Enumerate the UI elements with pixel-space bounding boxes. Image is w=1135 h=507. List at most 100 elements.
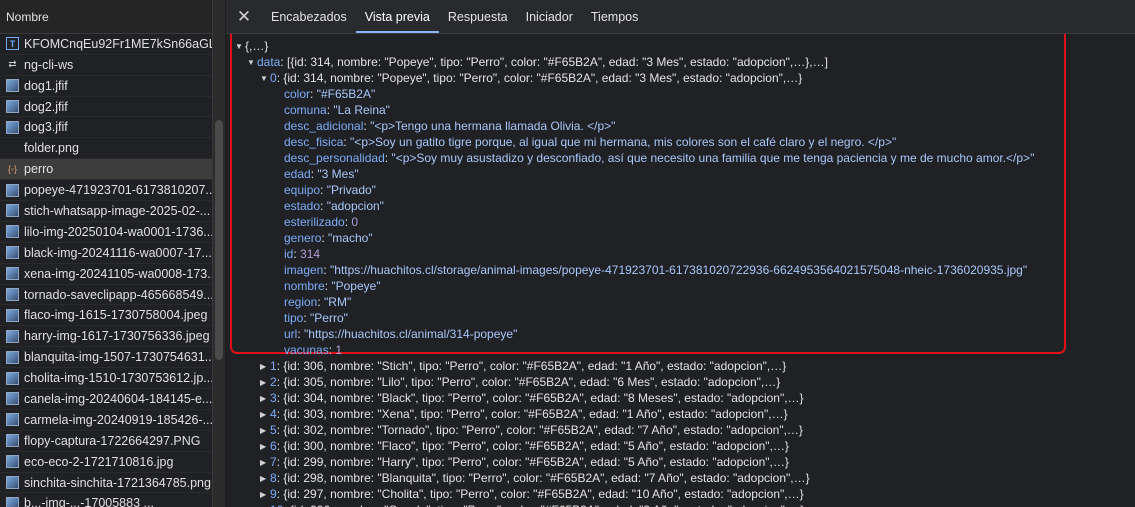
item-summary: {id: 304, nombre: "Black", tipo: "Perro"…	[283, 391, 804, 405]
expand-arrow-icon[interactable]: ▼	[247, 55, 257, 71]
tree-field[interactable]: id: 314	[284, 246, 320, 262]
tab-iniciador[interactable]: Iniciador	[517, 0, 582, 33]
image-file-icon	[6, 350, 19, 364]
file-list-item[interactable]: b...-img-...-17005883 ...	[0, 493, 212, 507]
tree-field[interactable]: imagen: "https://huachitos.cl/storage/an…	[284, 262, 1027, 278]
file-list-item[interactable]: lilo-img-20250104-wa0001-1736...	[0, 222, 212, 243]
file-list-item[interactable]: tornado-saveclipapp-465668549...	[0, 285, 212, 306]
collapse-arrow-icon[interactable]: ▶	[260, 359, 270, 375]
tree-node-item[interactable]: ▶ 3: {id: 304, nombre: "Black", tipo: "Pe…	[260, 390, 804, 406]
tree-node-data[interactable]: ▼ data: [{id: 314, nombre: "Popeye", tipo…	[247, 54, 828, 70]
file-list-item[interactable]: eco-eco-2-1721710816.jpg	[0, 452, 212, 473]
image-file-icon	[6, 246, 19, 260]
tab-tiempos[interactable]: Tiempos	[582, 0, 647, 33]
tree-node-item[interactable]: ▶ 9: {id: 297, nombre: "Cholita", tipo: "…	[260, 486, 804, 502]
file-list-item[interactable]: canela-img-20240604-184145-e...	[0, 389, 212, 410]
field-value: "macho"	[328, 231, 373, 245]
tab-encabezados[interactable]: Encabezados	[262, 0, 356, 33]
file-list-item[interactable]: black-img-20241116-wa0007-17...	[0, 243, 212, 264]
file-list-item[interactable]: folder.png	[0, 138, 212, 160]
collapse-arrow-icon[interactable]: ▶	[260, 439, 270, 455]
file-list-item[interactable]: stich-whatsapp-image-2025-02-...	[0, 201, 212, 222]
image-file-icon	[6, 455, 19, 469]
file-list-item[interactable]: T KFOMCnqEu92Fr1ME7kSn66aGLdTylUAMQXC89Ym…	[0, 34, 212, 55]
field-key: region	[284, 295, 318, 309]
collapse-arrow-icon[interactable]: ▶	[260, 391, 270, 407]
tree-field[interactable]: tipo: "Perro"	[284, 310, 348, 326]
tree-field[interactable]: desc_fisica: "<p>Soy un gatito tigre por…	[284, 134, 896, 150]
expand-arrow-icon[interactable]: ▼	[260, 71, 270, 87]
json-preview-tree: ▼ {,…} ▼ data: [{id: 314, nombre: "Popeye",…	[226, 34, 1135, 507]
file-list-item[interactable]: xena-img-20241105-wa0008-173...	[0, 264, 212, 285]
collapse-arrow-icon[interactable]: ▶	[260, 503, 270, 507]
tree-field[interactable]: comuna: "La Reina"	[284, 102, 390, 118]
file-list-item[interactable]: dog1.jfif	[0, 76, 212, 97]
tree-field[interactable]: region: "RM"	[284, 294, 351, 310]
tree-field[interactable]: esterilizado: 0	[284, 214, 358, 230]
file-list-item[interactable]: dog2.jfif	[0, 97, 212, 118]
file-name: sinchita-sinchita-1721364785.png	[24, 475, 211, 490]
colon: :	[320, 183, 327, 197]
tree-field[interactable]: edad: "3 Mes"	[284, 166, 359, 182]
collapse-arrow-icon[interactable]: ▶	[260, 471, 270, 487]
tree-node-item[interactable]: ▶ 6: {id: 300, nombre: "Flaco", tipo: "Pe…	[260, 438, 789, 454]
collapse-arrow-icon[interactable]: ▶	[260, 487, 270, 503]
tree-field[interactable]: url: "https://huachitos.cl/animal/314-po…	[284, 326, 517, 342]
tree-node-item[interactable]: ▶ 7: {id: 299, nombre: "Harry", tipo: "Pe…	[260, 454, 789, 470]
tab-respuesta[interactable]: Respuesta	[439, 0, 517, 33]
tree-field[interactable]: genero: "macho"	[284, 230, 373, 246]
file-list-item[interactable]: dog3.jfif	[0, 117, 212, 139]
tree-node-item[interactable]: ▼ 0: {id: 314, nombre: "Popeye", tipo: "P…	[260, 70, 802, 86]
tree-field[interactable]: desc_adicional: "<p>Tengo una hermana ll…	[284, 118, 615, 134]
tree-root[interactable]: ▼ {,…}	[235, 38, 268, 54]
file-list-item[interactable]: blanquita-img-1507-1730754631...	[0, 347, 212, 369]
field-value: "<p>Tengo una hermana llamada Olivia. </…	[370, 119, 616, 133]
field-key: desc_fisica	[284, 135, 344, 149]
colon: :	[310, 87, 317, 101]
file-list-item[interactable]: harry-img-1617-1730756336.jpeg	[0, 326, 212, 348]
index: 6	[270, 439, 277, 453]
field-value: "<p>Soy un gatito tigre porque, al igual…	[350, 135, 897, 149]
item-summary: {id: 305, nombre: "Lilo", tipo: "Perro",…	[283, 375, 781, 389]
tree-field[interactable]: estado: "adopcion"	[284, 198, 384, 214]
tree-node-item[interactable]: ▶10: {id: 296, nombre: "Canela", tipo: "…	[260, 502, 804, 507]
tab-vista-previa[interactable]: Vista previa	[355, 0, 439, 33]
tree-field[interactable]: equipo: "Privado"	[284, 182, 376, 198]
file-list-item[interactable]: ⇄ ng-cli-ws	[0, 55, 212, 76]
file-list-item[interactable]: carmela-img-20240919-185426-...	[0, 410, 212, 431]
expand-arrow-icon[interactable]: ▼	[235, 39, 245, 55]
field-value: 314	[300, 247, 321, 261]
collapse-arrow-icon[interactable]: ▶	[260, 455, 270, 471]
file-list-item[interactable]: flopy-captura-1722664297.PNG	[0, 431, 212, 452]
tree-node-item[interactable]: ▶ 2: {id: 305, nombre: "Lilo", tipo: "Per…	[260, 374, 780, 390]
field-key: estado	[284, 199, 321, 213]
tree-field[interactable]: nombre: "Popeye"	[284, 278, 381, 294]
image-file-icon	[6, 413, 19, 427]
tree-node-item[interactable]: ▶ 8: {id: 298, nombre: "Blanquita", tipo:…	[260, 470, 810, 486]
file-list-item[interactable]: sinchita-sinchita-1721364785.png	[0, 473, 212, 494]
file-list-item[interactable]: cholita-img-1510-1730753612.jp...	[0, 368, 212, 390]
tree-node-item[interactable]: ▶ 5: {id: 302, nombre: "Tornado", tipo: "…	[260, 422, 803, 438]
tree-field[interactable]: desc_personalidad: "<p>Soy muy asustadiz…	[284, 150, 1034, 166]
tree-node-item[interactable]: ▶ 1: {id: 306, nombre: "Stich", tipo: "Pe…	[260, 358, 786, 374]
column-header-nombre[interactable]: Nombre	[0, 0, 212, 34]
file-list-item[interactable]: popeye-471923701-6173810207...	[0, 180, 212, 202]
field-value: 1	[335, 343, 343, 357]
index: 8	[270, 471, 277, 485]
field-value: "https://huachitos.cl/animal/314-popeye"	[304, 327, 518, 341]
file-list-item[interactable]: {◦} perro	[0, 159, 212, 181]
collapse-arrow-icon[interactable]: ▶	[260, 423, 270, 439]
close-icon[interactable]: ✕	[226, 0, 262, 33]
field-key: imagen	[284, 263, 324, 277]
item-summary: {id: 297, nombre: "Cholita", tipo: "Perr…	[283, 487, 804, 501]
collapse-arrow-icon[interactable]: ▶	[260, 407, 270, 423]
tree-field[interactable]: vacunas: 1	[284, 342, 342, 358]
file-list-item[interactable]: flaco-img-1615-1730758004.jpeg	[0, 305, 212, 327]
image-file-icon	[6, 183, 19, 197]
collapse-arrow-icon[interactable]: ▶	[260, 375, 270, 391]
field-key: desc_adicional	[284, 119, 364, 133]
scrollbar-thumb[interactable]	[215, 120, 223, 360]
tree-node-item[interactable]: ▶ 4: {id: 303, nombre: "Xena", tipo: "Per…	[260, 406, 788, 422]
field-key: comuna	[284, 103, 327, 117]
tree-field[interactable]: color: "#F65B2A"	[284, 86, 375, 102]
